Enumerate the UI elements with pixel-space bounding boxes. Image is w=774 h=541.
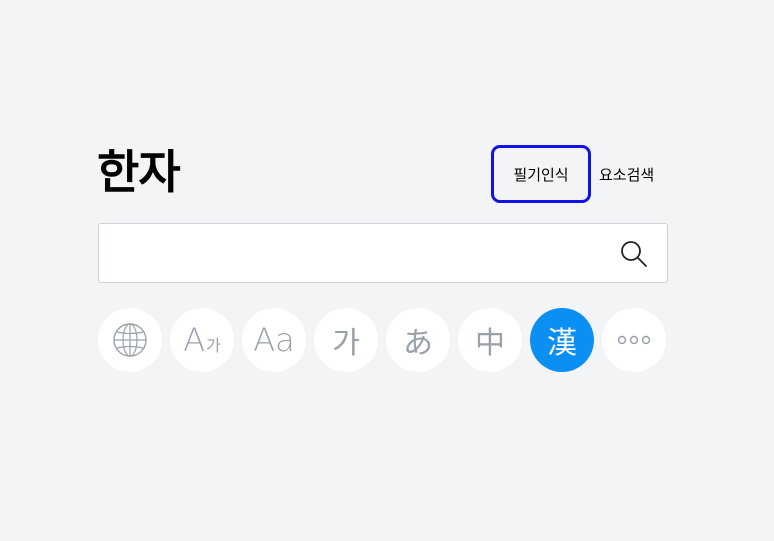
hanja-label: 漢 <box>547 326 577 361</box>
globe-icon <box>113 323 147 357</box>
dictionary-korean-button[interactable]: 가 <box>314 308 378 372</box>
english-korean-sub-label: 가 <box>206 336 221 355</box>
search-input[interactable] <box>111 224 605 284</box>
dictionary-hanja-button[interactable]: 漢 <box>530 308 594 372</box>
more-dictionaries-button[interactable] <box>602 308 666 372</box>
page-title: 한자 <box>97 145 181 199</box>
search-icon[interactable] <box>619 239 649 269</box>
korean-label: 가 <box>332 326 360 361</box>
dictionary-selector: A가 Aa 가 あ 中 漢 <box>98 308 666 372</box>
english-label: Aa <box>253 321 295 359</box>
search-box <box>98 223 668 284</box>
chinese-label: 中 <box>475 326 505 361</box>
dictionary-japanese-button[interactable]: あ <box>386 308 450 372</box>
more-icon <box>617 335 651 345</box>
handwriting-recognition-label: 필기인식 <box>513 165 569 184</box>
top-links: 필기인식 요소검색 <box>491 142 654 206</box>
handwriting-recognition-button[interactable]: 필기인식 <box>491 145 591 203</box>
japanese-label: あ <box>403 326 433 361</box>
element-search-button[interactable]: 요소검색 <box>599 164 654 185</box>
dictionary-english-korean-button[interactable]: A가 <box>170 308 234 372</box>
dictionary-english-button[interactable]: Aa <box>242 308 306 372</box>
dictionary-chinese-button[interactable]: 中 <box>458 308 522 372</box>
english-korean-main-label: A <box>183 321 206 359</box>
dictionary-all-button[interactable] <box>98 308 162 372</box>
